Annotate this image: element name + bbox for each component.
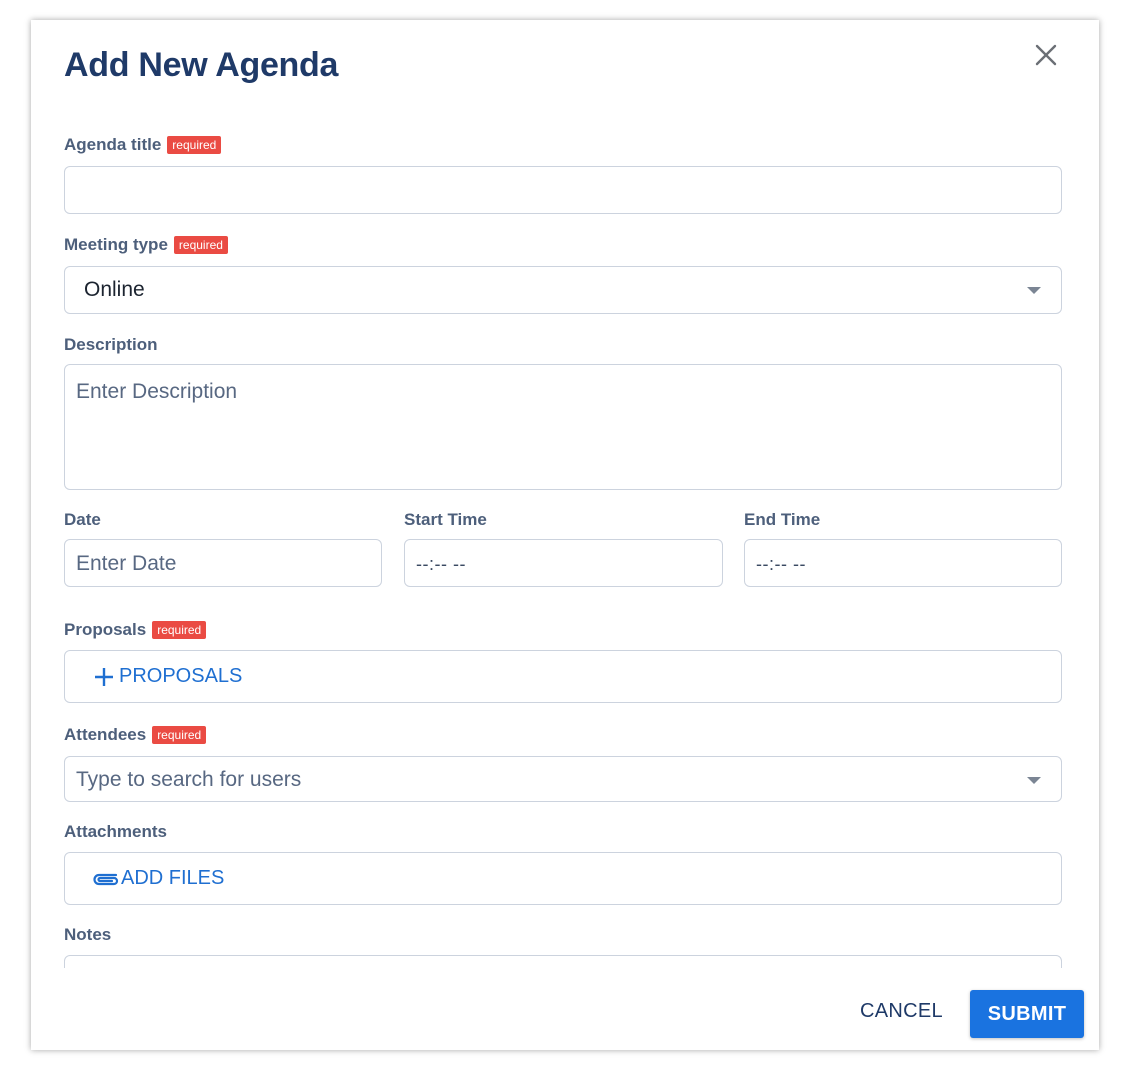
- close-button[interactable]: [1031, 40, 1061, 70]
- agenda-title-label-text: Agenda title: [64, 135, 162, 154]
- start-time-input[interactable]: --:-- --: [404, 539, 723, 587]
- form-scroll-area[interactable]: Add New Agenda Agenda title required Mee…: [31, 20, 1099, 968]
- add-proposals-button[interactable]: PROPOSALS: [93, 665, 242, 688]
- date-label-text: Date: [64, 510, 101, 529]
- meeting-type-label: Meeting type required: [64, 235, 228, 255]
- dialog-title: Add New Agenda: [64, 46, 339, 84]
- proposals-label: Proposals required: [64, 620, 207, 640]
- start-time-label: Start Time: [404, 510, 487, 530]
- agenda-title-field[interactable]: [64, 166, 1062, 214]
- paperclip-icon: [93, 873, 119, 885]
- description-label-text: Description: [64, 335, 158, 354]
- notes-label: Notes: [64, 925, 111, 945]
- plus-icon: [95, 667, 113, 686]
- attendees-placeholder: Type to search for users: [76, 768, 302, 791]
- date-input[interactable]: Enter Date: [64, 539, 382, 587]
- required-badge: required: [167, 136, 222, 154]
- add-files-label: ADD FILES: [121, 867, 225, 889]
- add-proposals-label: PROPOSALS: [119, 665, 243, 687]
- proposals-label-text: Proposals: [64, 620, 147, 639]
- end-time-label-text: End Time: [744, 510, 821, 529]
- attachments-field: ADD FILES: [64, 852, 1062, 905]
- cancel-button[interactable]: CANCEL: [860, 1000, 943, 1023]
- meeting-type-value: Online: [84, 278, 145, 301]
- start-time-value: --:-- --: [416, 554, 466, 574]
- attachments-label: Attachments: [64, 822, 167, 842]
- submit-button[interactable]: SUBMIT: [970, 990, 1084, 1038]
- required-badge: required: [152, 726, 207, 744]
- meeting-type-label-text: Meeting type: [64, 235, 168, 254]
- description-label: Description: [64, 335, 158, 355]
- description-textarea[interactable]: Enter Description: [64, 364, 1062, 490]
- proposals-field: PROPOSALS: [64, 650, 1062, 703]
- attendees-label-text: Attendees: [64, 725, 147, 744]
- meeting-type-select[interactable]: Online: [64, 266, 1062, 314]
- date-placeholder: Enter Date: [76, 552, 177, 575]
- description-placeholder: Enter Description: [76, 380, 238, 403]
- add-agenda-dialog: Add New Agenda Agenda title required Mee…: [31, 20, 1099, 1050]
- attendees-search-select[interactable]: Type to search for users: [64, 756, 1062, 802]
- date-label: Date: [64, 510, 101, 530]
- notes-label-text: Notes: [64, 925, 112, 944]
- notes-textarea[interactable]: [64, 955, 1062, 968]
- end-time-value: --:-- --: [756, 554, 806, 574]
- start-time-label-text: Start Time: [404, 510, 487, 529]
- end-time-input[interactable]: --:-- --: [744, 539, 1062, 587]
- agenda-title-label: Agenda title required: [64, 135, 222, 155]
- add-files-button[interactable]: ADD FILES: [90, 867, 224, 890]
- required-badge: required: [173, 236, 228, 254]
- agenda-title-input[interactable]: [65, 167, 1061, 213]
- chevron-down-icon[interactable]: [1027, 777, 1041, 784]
- required-badge: required: [152, 621, 207, 639]
- end-time-label: End Time: [744, 510, 820, 530]
- attendees-label: Attendees required: [64, 725, 207, 745]
- chevron-down-icon[interactable]: [1027, 287, 1041, 294]
- close-icon: [1035, 44, 1057, 66]
- attachments-label-text: Attachments: [64, 822, 167, 841]
